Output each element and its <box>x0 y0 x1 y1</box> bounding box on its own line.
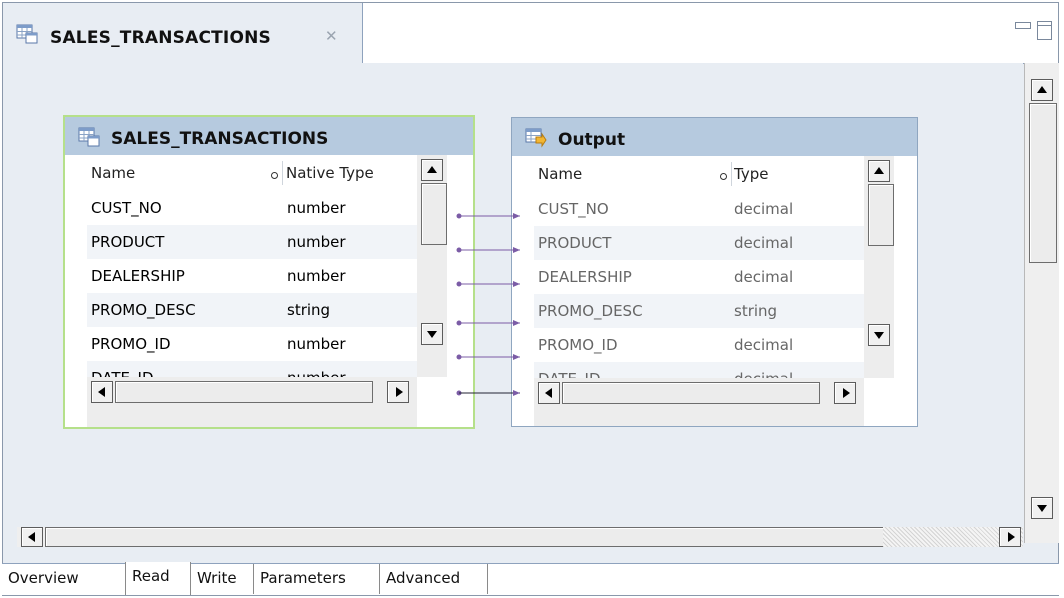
tab-advanced[interactable]: Advanced <box>380 564 488 594</box>
canvas-hscroll[interactable] <box>17 527 1023 547</box>
close-icon[interactable]: ✕ <box>325 27 338 45</box>
field-links <box>456 213 521 396</box>
mapping-canvas[interactable]: SALES_TRANSACTIONS Name Native Type CUST… <box>3 63 1023 525</box>
tab-label: Write <box>197 569 237 587</box>
tab-label: Parameters <box>260 569 346 587</box>
tab-label: Advanced <box>386 569 461 587</box>
tab-label: Overview <box>8 569 79 587</box>
field-link[interactable] <box>456 354 521 360</box>
field-link[interactable] <box>456 320 521 326</box>
table-icon <box>16 24 38 44</box>
editor-tab[interactable]: SALES_TRANSACTIONS ✕ <box>3 3 363 64</box>
field-link[interactable] <box>456 281 521 287</box>
mapping-editor: SALES_TRANSACTIONS ✕ SALES_TRANSACTIONS <box>2 2 1059 596</box>
tab-overview[interactable]: Overview <box>2 564 126 594</box>
field-link[interactable] <box>456 247 521 253</box>
field-link[interactable] <box>456 213 521 219</box>
editor-tab-bar: SALES_TRANSACTIONS ✕ <box>3 3 1058 64</box>
minimize-icon[interactable] <box>1015 22 1031 29</box>
field-link[interactable] <box>456 390 521 396</box>
editor-tab-title: SALES_TRANSACTIONS <box>50 28 271 48</box>
editor-page-tabs: Overview Read Write Parameters Advanced <box>2 562 1059 595</box>
canvas-vscroll[interactable] <box>1024 63 1059 543</box>
scroll-thumb[interactable] <box>1029 103 1057 263</box>
tab-read[interactable]: Read <box>125 562 191 595</box>
scroll-left-button[interactable] <box>21 527 43 547</box>
maximize-icon[interactable] <box>1037 21 1052 40</box>
scroll-thumb[interactable] <box>45 527 885 547</box>
tab-label: Read <box>132 567 170 585</box>
scroll-up-button[interactable] <box>1031 79 1053 101</box>
scroll-down-button[interactable] <box>1031 497 1053 519</box>
tab-parameters[interactable]: Parameters <box>254 564 380 594</box>
scroll-right-button[interactable] <box>999 527 1021 547</box>
tab-write[interactable]: Write <box>191 564 254 594</box>
